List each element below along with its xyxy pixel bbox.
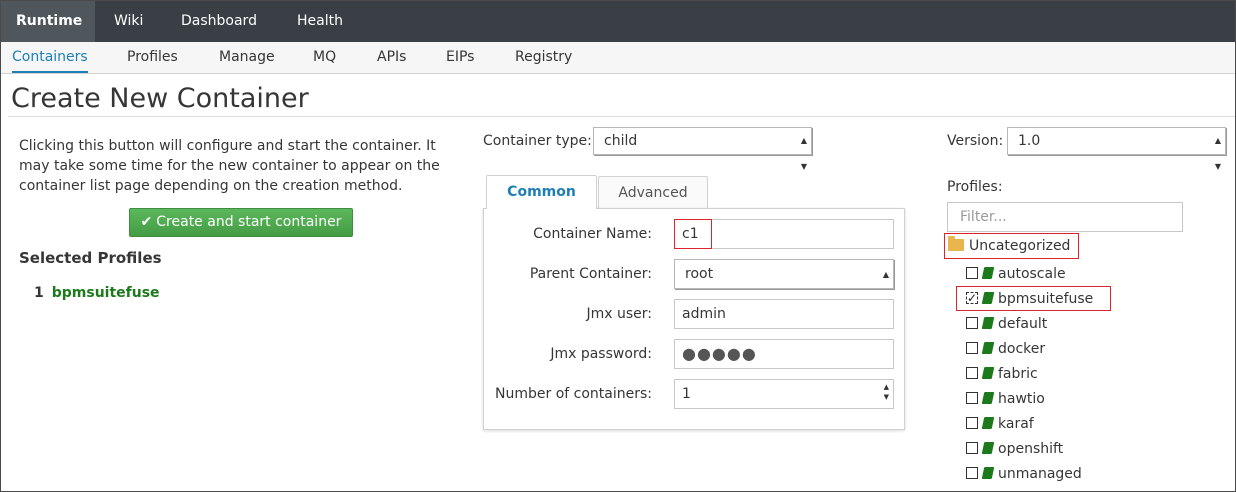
profile-checkbox[interactable] bbox=[966, 267, 978, 279]
profile-label: karaf bbox=[998, 416, 1034, 432]
parent-container-select[interactable]: root ▲▼ bbox=[674, 259, 894, 307]
number-stepper-icon[interactable]: ▲ ▼ bbox=[884, 382, 889, 402]
container-name-label: Container Name: bbox=[533, 226, 652, 242]
nav-runtime[interactable]: Runtime bbox=[0, 0, 95, 42]
title-divider bbox=[8, 116, 1236, 117]
selected-profiles-heading: Selected Profiles bbox=[19, 249, 162, 267]
num-containers-label: Number of containers: bbox=[495, 386, 652, 402]
profile-item-fabric[interactable]: fabric bbox=[966, 364, 1038, 384]
profile-label: autoscale bbox=[998, 266, 1066, 282]
container-type-select[interactable]: child ▲ ▼ bbox=[593, 127, 812, 171]
profile-item-openshift[interactable]: openshift bbox=[966, 439, 1063, 459]
version-select[interactable]: 1.0 ▲ ▼ bbox=[1007, 127, 1226, 171]
profile-item-autoscale[interactable]: autoscale bbox=[966, 264, 1066, 284]
profile-filter-input[interactable]: Filter... bbox=[947, 202, 1183, 232]
selected-profile-link[interactable]: bpmsuitefuse bbox=[52, 285, 160, 301]
tab-common[interactable]: Common bbox=[486, 175, 597, 209]
selected-profile-item: 1 bpmsuitefuse bbox=[34, 285, 160, 301]
profiles-label: Profiles: bbox=[947, 179, 1003, 195]
profile-item-hawtio[interactable]: hawtio bbox=[966, 389, 1045, 409]
jmx-password-label: Jmx password: bbox=[550, 346, 652, 362]
book-icon bbox=[981, 367, 995, 379]
profile-checkbox[interactable] bbox=[966, 392, 978, 404]
container-name-value: c1 bbox=[682, 226, 699, 242]
selected-profile-number: 1 bbox=[34, 285, 44, 301]
book-icon bbox=[981, 417, 995, 429]
profile-label: bpmsuitefuse bbox=[998, 291, 1094, 307]
profile-label: openshift bbox=[998, 441, 1064, 457]
nav-wiki[interactable]: Wiki bbox=[98, 0, 159, 42]
tab-containers[interactable]: Containers bbox=[12, 42, 88, 73]
tab-apis[interactable]: APIs bbox=[377, 42, 406, 73]
profile-label: docker bbox=[998, 341, 1046, 357]
book-icon bbox=[981, 442, 995, 454]
profile-checkbox[interactable] bbox=[966, 288, 978, 308]
tab-eips[interactable]: EIPs bbox=[446, 42, 474, 73]
book-icon bbox=[981, 392, 995, 404]
parent-container-value: root bbox=[685, 266, 714, 282]
profile-label: unmanaged bbox=[998, 466, 1082, 482]
parent-container-label: Parent Container: bbox=[529, 266, 652, 282]
jmx-password-value: ●●●●● bbox=[682, 344, 757, 363]
book-icon bbox=[981, 267, 995, 279]
jmx-user-label: Jmx user: bbox=[586, 306, 652, 322]
create-button-label: Create and start container bbox=[156, 214, 342, 230]
profile-label: fabric bbox=[998, 366, 1038, 382]
jmx-user-value: admin bbox=[682, 306, 726, 322]
version-value: 1.0 bbox=[1018, 133, 1041, 149]
page-title: Create New Container bbox=[11, 83, 309, 114]
book-icon bbox=[981, 342, 995, 354]
profile-checkbox[interactable] bbox=[966, 342, 978, 354]
container-type-label: Container type: bbox=[483, 133, 592, 149]
chevron-down-icon: ▲▼ bbox=[1214, 136, 1221, 171]
jmx-user-input[interactable]: admin bbox=[674, 299, 894, 329]
create-and-start-button[interactable]: ✔ Create and start container bbox=[129, 208, 353, 237]
container-name-input[interactable]: c1 bbox=[674, 219, 894, 249]
create-description: Clicking this button will configure and … bbox=[19, 138, 440, 194]
profile-checkbox[interactable] bbox=[966, 317, 978, 329]
nav-dashboard[interactable]: Dashboard bbox=[165, 0, 273, 42]
nav-health[interactable]: Health bbox=[281, 0, 359, 42]
tab-registry[interactable]: Registry bbox=[515, 42, 572, 73]
check-icon: ✔ bbox=[140, 214, 153, 230]
book-icon bbox=[981, 317, 995, 329]
tab-mq[interactable]: MQ bbox=[313, 42, 336, 73]
profile-item-default[interactable]: default bbox=[966, 314, 1047, 334]
profile-checkbox[interactable] bbox=[966, 367, 978, 379]
profile-item-karaf[interactable]: karaf bbox=[966, 414, 1034, 434]
profile-item-bpmsuitefuse[interactable]: bpmsuitefuse bbox=[966, 288, 1094, 309]
version-label: Version: bbox=[947, 133, 1004, 149]
common-form-panel: Container Name: c1 Parent Container: roo… bbox=[483, 208, 905, 430]
chevron-down-icon: ▲▼ bbox=[800, 136, 807, 171]
top-navbar: Runtime Wiki Dashboard Health bbox=[0, 0, 1236, 42]
folder-label: Uncategorized bbox=[969, 238, 1071, 254]
num-containers-value: 1 bbox=[682, 386, 691, 402]
folder-uncategorized[interactable]: Uncategorized bbox=[948, 236, 1070, 258]
profile-item-unmanaged[interactable]: unmanaged bbox=[966, 464, 1082, 484]
book-icon bbox=[981, 292, 995, 304]
profile-checkbox[interactable] bbox=[966, 417, 978, 429]
profile-item-docker[interactable]: docker bbox=[966, 339, 1045, 359]
profile-checkbox[interactable] bbox=[966, 467, 978, 479]
tab-advanced[interactable]: Advanced bbox=[598, 176, 708, 209]
tab-manage[interactable]: Manage bbox=[219, 42, 275, 73]
sub-navbar: Containers Profiles Manage MQ APIs EIPs … bbox=[0, 42, 1236, 74]
profile-label: default bbox=[998, 316, 1048, 332]
book-icon bbox=[981, 467, 995, 479]
profile-label: hawtio bbox=[998, 391, 1045, 407]
container-type-value: child bbox=[604, 133, 638, 149]
num-containers-input[interactable]: 1 ▲ ▼ bbox=[674, 379, 894, 409]
folder-open-icon bbox=[948, 236, 964, 251]
jmx-password-input[interactable]: ●●●●● bbox=[674, 339, 894, 369]
tab-profiles[interactable]: Profiles bbox=[127, 42, 178, 73]
profile-checkbox[interactable] bbox=[966, 442, 978, 454]
